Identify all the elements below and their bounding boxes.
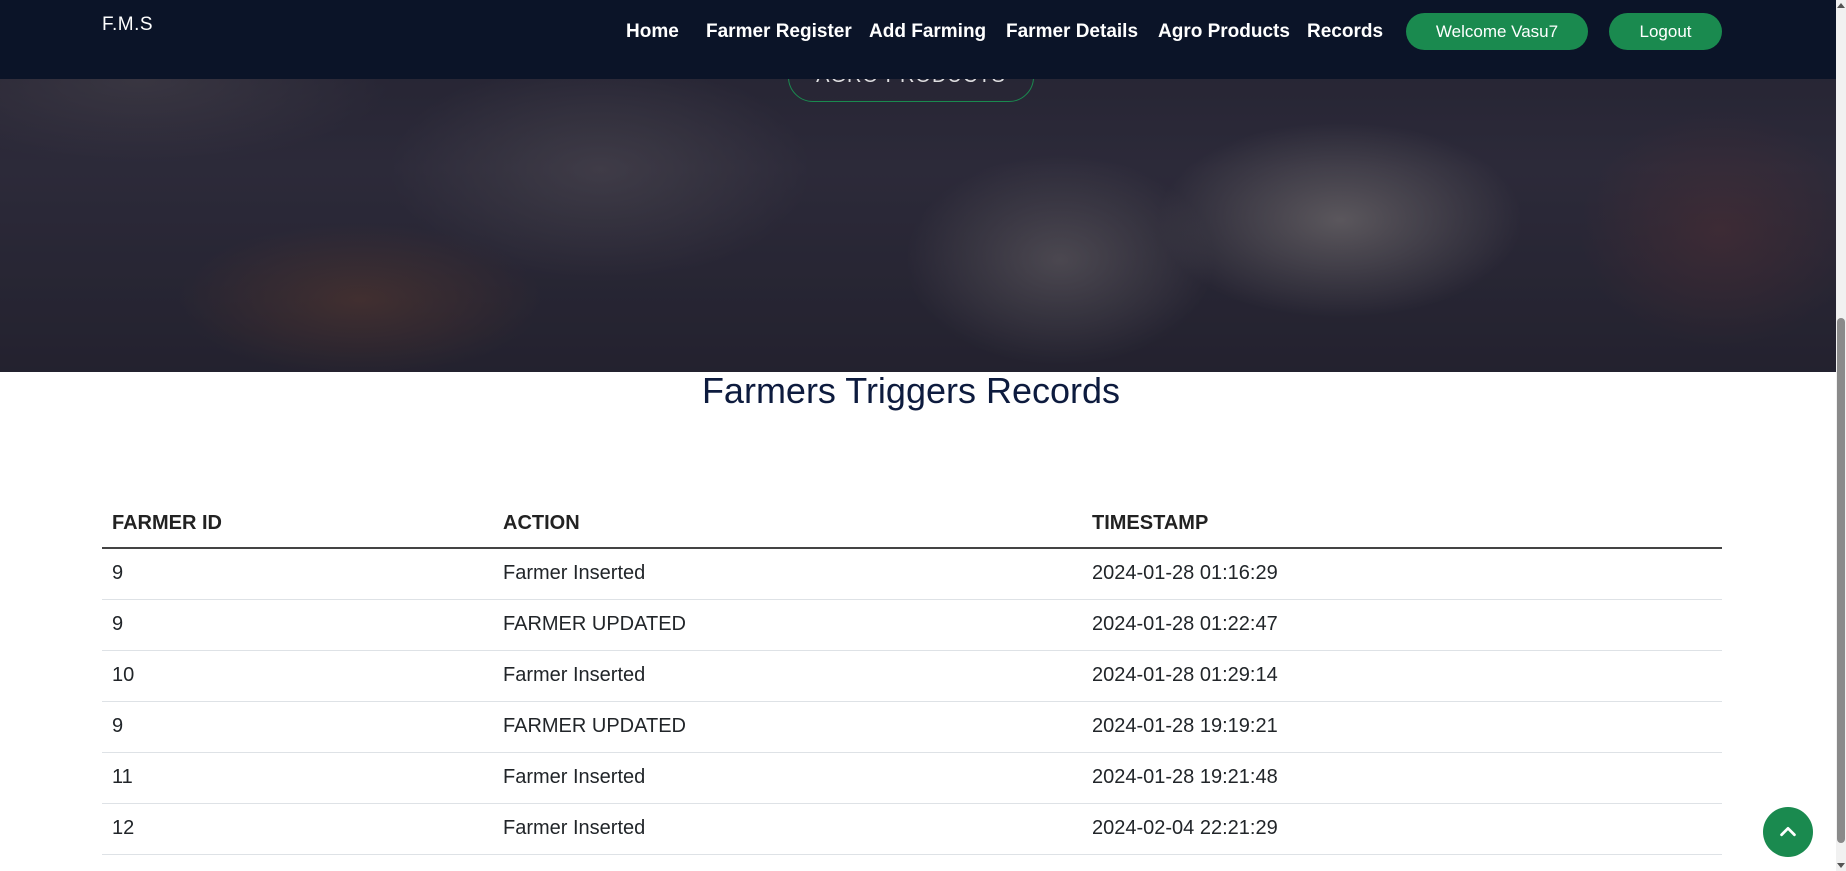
- chevron-up-icon: [1780, 826, 1796, 837]
- table-row: 9 FARMER UPDATED 2024-01-28 01:22:47: [102, 599, 1722, 651]
- column-header-timestamp: TIMESTAMP: [1082, 500, 1722, 549]
- welcome-user-button[interactable]: Welcome Vasu7: [1406, 13, 1588, 50]
- cell-action: FARMER UPDATED: [493, 599, 1082, 651]
- nav-farmer-register[interactable]: Farmer Register: [706, 21, 852, 43]
- table-row: 9 FARMER UPDATED 2024-01-28 19:19:21: [102, 701, 1722, 753]
- cell-timestamp: 2024-02-04 22:21:29: [1082, 803, 1722, 855]
- cell-timestamp: 2024-01-28 01:22:47: [1082, 599, 1722, 651]
- cell-action: Farmer Inserted: [493, 803, 1082, 855]
- scroll-down-arrow-icon[interactable]: [1837, 863, 1845, 868]
- table-row: 9 Farmer Inserted 2024-01-28 01:16:29: [102, 548, 1722, 600]
- cell-timestamp: 2024-01-28 01:16:29: [1082, 548, 1722, 600]
- table-row: 12 Farmer Inserted 2024-02-04 22:21:29: [102, 803, 1722, 855]
- scrollbar-thumb[interactable]: [1837, 318, 1845, 843]
- page-title: Farmers Triggers Records: [701, 370, 1121, 411]
- cell-timestamp: 2024-01-28 01:29:14: [1082, 650, 1722, 702]
- back-to-top-button[interactable]: [1763, 807, 1813, 857]
- cell-farmer-id: 12: [102, 803, 493, 855]
- cell-farmer-id: 9: [102, 548, 493, 600]
- page: AGRO PRODUCTS F.M.S Home Farmer Register…: [0, 0, 1846, 871]
- column-header-action: ACTION: [493, 500, 1082, 549]
- cell-timestamp: 2024-01-28 19:19:21: [1082, 701, 1722, 753]
- table-row: 11 Farmer Inserted 2024-01-28 19:21:48: [102, 752, 1722, 804]
- cell-action: Farmer Inserted: [493, 752, 1082, 804]
- nav-home[interactable]: Home: [626, 21, 679, 43]
- nav-agro-products[interactable]: Agro Products: [1158, 21, 1290, 43]
- nav-add-farming[interactable]: Add Farming: [869, 21, 986, 43]
- table-row: 10 Farmer Inserted 2024-01-28 01:29:14: [102, 650, 1722, 702]
- vertical-scrollbar[interactable]: [1836, 0, 1846, 871]
- navbar: F.M.S Home Farmer Register Add Farming F…: [0, 0, 1836, 79]
- cell-farmer-id: 10: [102, 650, 493, 702]
- scroll-up-arrow-icon[interactable]: [1837, 3, 1845, 8]
- cell-action: Farmer Inserted: [493, 548, 1082, 600]
- cell-action: Farmer Inserted: [493, 650, 1082, 702]
- table-header-row: FARMER ID ACTION TIMESTAMP: [102, 500, 1722, 549]
- cell-timestamp: 2024-01-28 19:21:48: [1082, 752, 1722, 804]
- records-table: FARMER ID ACTION TIMESTAMP 9 Farmer Inse…: [102, 500, 1722, 855]
- logout-button[interactable]: Logout: [1609, 13, 1722, 50]
- nav-records[interactable]: Records: [1307, 21, 1383, 43]
- cell-farmer-id: 9: [102, 701, 493, 753]
- table-body: 9 Farmer Inserted 2024-01-28 01:16:29 9 …: [102, 548, 1722, 855]
- column-header-farmer-id: FARMER ID: [102, 500, 493, 549]
- nav-farmer-details[interactable]: Farmer Details: [1006, 21, 1138, 43]
- cell-farmer-id: 11: [102, 752, 493, 804]
- table-header: FARMER ID ACTION TIMESTAMP: [102, 500, 1722, 549]
- cell-action: FARMER UPDATED: [493, 701, 1082, 753]
- cell-farmer-id: 9: [102, 599, 493, 651]
